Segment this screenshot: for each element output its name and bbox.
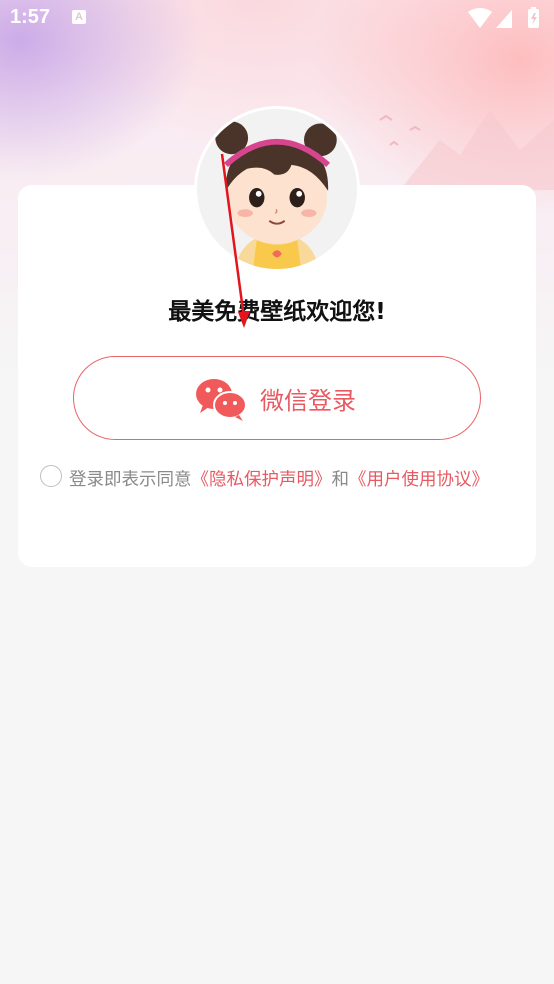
signal-icon (496, 10, 512, 28)
wifi-icon (468, 8, 492, 28)
cartoon-girl-avatar-icon (197, 109, 357, 269)
welcome-title: 最美免费壁纸欢迎您! (168, 299, 386, 325)
privacy-policy-link[interactable]: 《隐私保护声明》 (192, 470, 332, 490)
status-bar: 1:57 A (0, 0, 554, 38)
wechat-login-button[interactable]: 微信登录 (73, 356, 481, 440)
agreement-text: 登录即表示同意《隐私保护声明》和《用户使用协议》 (69, 466, 489, 491)
mountain-decoration (379, 110, 554, 190)
agreement-checkbox[interactable] (40, 465, 62, 487)
agreement-conjunction: 和 (331, 470, 350, 490)
status-time: 1:57 (10, 6, 51, 28)
wechat-login-label: 微信登录 (260, 387, 356, 415)
a-icon: A (72, 10, 86, 24)
wechat-icon (196, 379, 247, 421)
avatar (194, 106, 360, 272)
agreement-row: 登录即表示同意《隐私保护声明》和《用户使用协议》 (40, 464, 520, 492)
system-icons (468, 7, 539, 28)
user-agreement-link[interactable]: 《用户使用协议》 (349, 470, 489, 490)
agreement-prefix: 登录即表示同意 (69, 470, 192, 490)
